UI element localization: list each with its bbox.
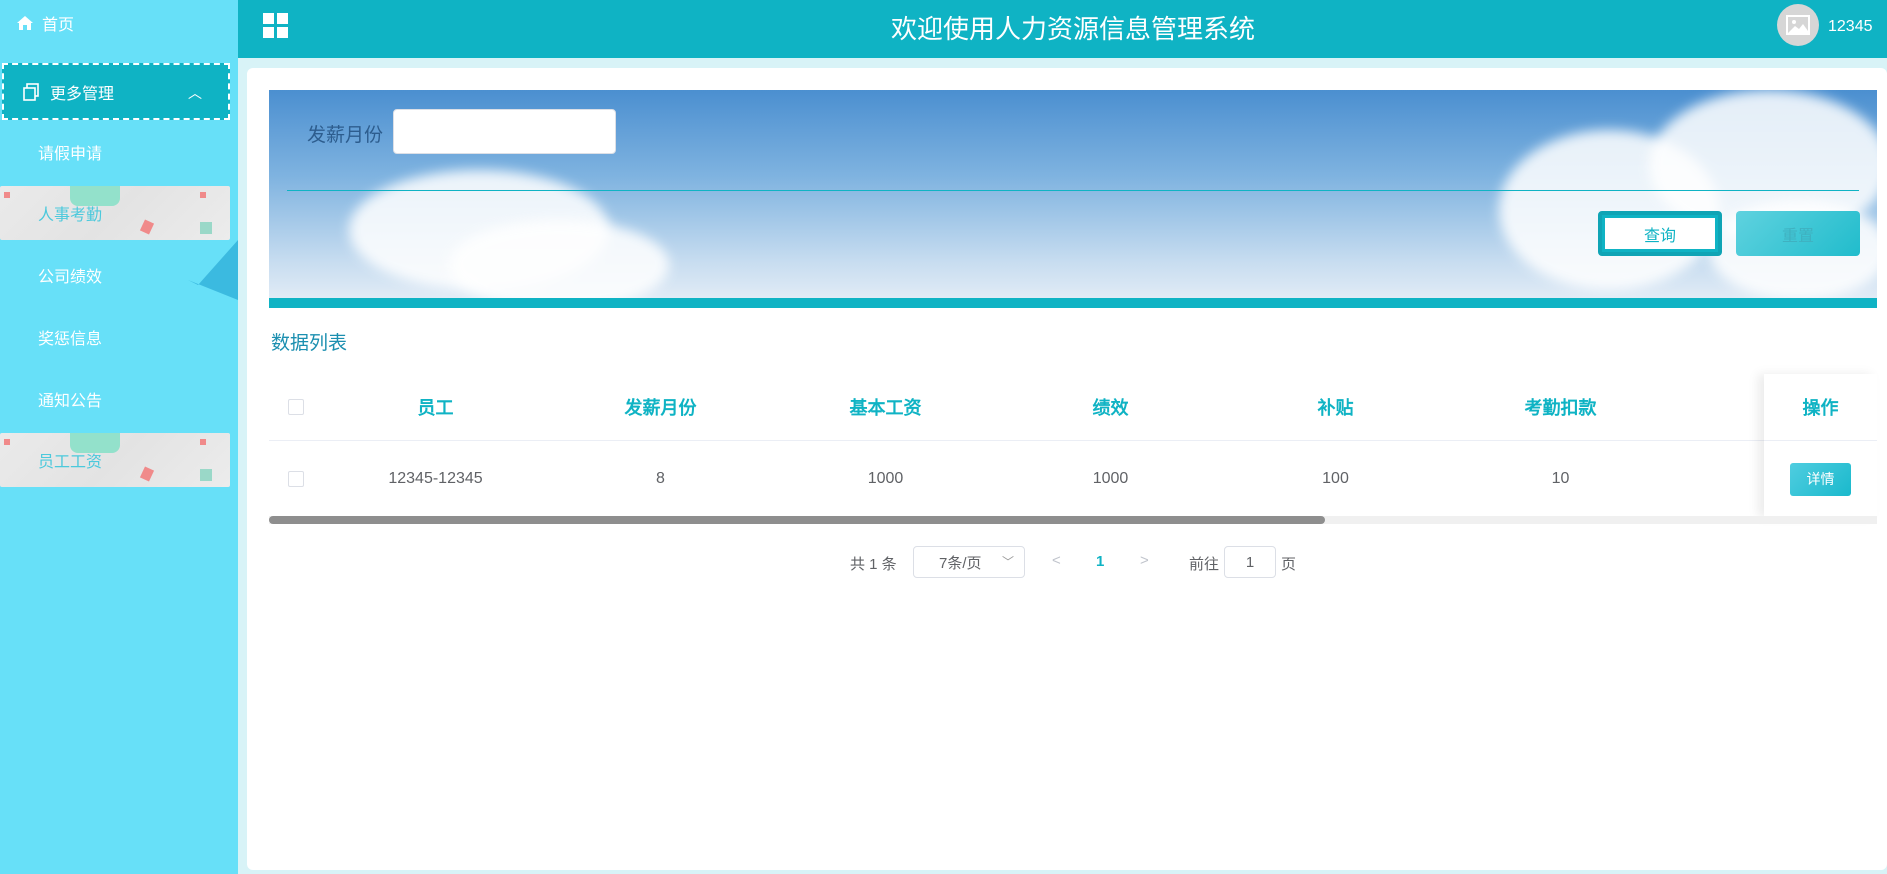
home-icon (16, 14, 34, 32)
column-header[interactable]: 补贴 (1223, 374, 1448, 440)
search-panel: 发薪月份 查询 重置 (269, 90, 1877, 306)
sidebar: 首页 更多管理 ︿ 请假申请 人事考勤 公司绩效 奖惩信息 通知公告 员工工资 (0, 0, 238, 874)
sidebar-item-salary[interactable]: 员工工资 (0, 433, 230, 487)
page-size-select[interactable]: 7条/页 ﹀ (913, 546, 1025, 578)
horizontal-scrollbar[interactable] (269, 516, 1877, 524)
sidebar-item-leave-request[interactable]: 请假申请 (0, 125, 230, 179)
reset-button[interactable]: 重置 (1736, 211, 1860, 256)
total-count: 共 1 条 (850, 556, 897, 573)
sidebar-group-more-management[interactable]: 更多管理 ︿ (2, 63, 230, 120)
divider-bar (269, 298, 1877, 308)
row-checkbox[interactable] (288, 470, 304, 487)
column-header[interactable]: 员工 (323, 374, 548, 440)
avatar[interactable] (1777, 4, 1819, 46)
prev-page-icon[interactable]: < (1052, 552, 1061, 569)
copy-icon (22, 82, 40, 101)
table-row: 12345-12345 8 1000 1000 100 10 (269, 441, 1877, 517)
image-icon (1786, 15, 1810, 35)
page-title: 欢迎使用人力资源信息管理系统 (890, 14, 1255, 44)
month-input[interactable] (393, 109, 616, 154)
search-label-month: 发薪月份 (307, 125, 384, 146)
column-header[interactable]: 绩效 (998, 374, 1223, 440)
goto-page-input[interactable] (1224, 546, 1276, 578)
column-header[interactable]: 发薪月份 (548, 374, 773, 440)
sidebar-item-label: 公司绩效 (38, 269, 103, 286)
cell-subsidy: 100 (1322, 469, 1349, 487)
scrollbar-thumb[interactable] (269, 516, 1325, 524)
table-header: 员工 发薪月份 基本工资 绩效 补贴 考勤扣款 (269, 374, 1877, 441)
sidebar-item-attendance[interactable]: 人事考勤 (0, 186, 230, 240)
sidebar-item-label: 请假申请 (38, 146, 103, 163)
data-table: 员工 发薪月份 基本工资 绩效 补贴 考勤扣款 12345-12345 8 10… (269, 374, 1877, 517)
username[interactable]: 12345 (1828, 18, 1873, 36)
sidebar-item-notices[interactable]: 通知公告 (0, 372, 230, 426)
sidebar-item-label: 人事考勤 (38, 207, 103, 224)
sidebar-group-label: 更多管理 (50, 85, 115, 103)
pagination: 共 1 条 7条/页 ﹀ < 1 > 前往 页 (247, 546, 1887, 578)
cell-performance: 1000 (1092, 469, 1129, 487)
query-button[interactable]: 查询 (1598, 211, 1722, 256)
select-all-checkbox[interactable] (288, 399, 304, 415)
sidebar-item-label: 奖惩信息 (38, 331, 103, 348)
goto-label: 前往 (1189, 556, 1220, 573)
next-page-icon[interactable]: > (1140, 552, 1149, 569)
fixed-action-column: 操作 详情 (1764, 374, 1877, 517)
column-header[interactable]: 基本工资 (773, 374, 998, 440)
sidebar-item-home[interactable]: 首页 (0, 0, 238, 46)
cell-employee: 12345-12345 (388, 469, 483, 487)
top-header: 欢迎使用人力资源信息管理系统 12345 (238, 0, 1887, 58)
sidebar-item-label: 员工工资 (38, 454, 103, 471)
page-unit-label: 页 (1281, 556, 1297, 573)
cell-month: 8 (656, 469, 665, 487)
sidebar-item-rewards[interactable]: 奖惩信息 (0, 310, 230, 364)
detail-button[interactable]: 详情 (1790, 462, 1851, 496)
cell-deduction: 10 (1551, 469, 1570, 487)
chevron-down-icon: ﹀ (1001, 555, 1014, 569)
main-panel: 发薪月份 查询 重置 数据列表 员工 发薪月份 基本工资 绩效 补贴 考勤扣款 … (247, 68, 1887, 870)
decorative-wing (188, 240, 238, 300)
column-header: 操作 (1764, 374, 1877, 441)
chevron-up-icon: ︿ (188, 85, 202, 101)
divider (287, 190, 1859, 191)
sidebar-item-label: 首页 (42, 17, 75, 34)
list-title: 数据列表 (271, 333, 348, 354)
sidebar-item-label: 通知公告 (38, 393, 103, 410)
cell-base-salary: 1000 (867, 469, 904, 487)
column-header[interactable]: 考勤扣款 (1448, 374, 1673, 440)
page-number[interactable]: 1 (1096, 553, 1104, 570)
